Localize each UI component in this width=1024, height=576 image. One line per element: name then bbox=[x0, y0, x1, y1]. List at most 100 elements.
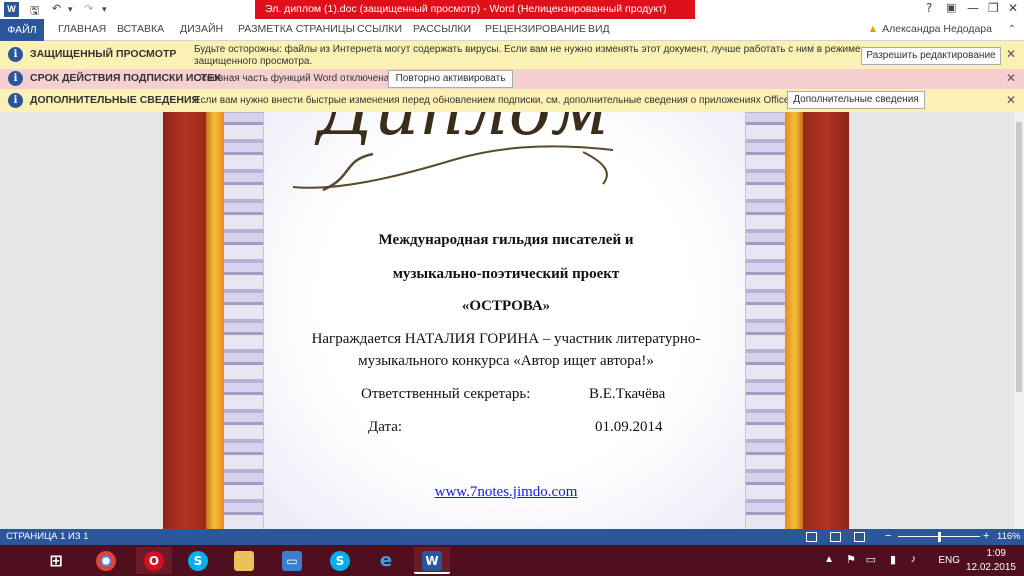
read-mode-icon[interactable] bbox=[806, 532, 817, 542]
zoom-out-icon[interactable]: − bbox=[885, 530, 891, 542]
protected-view-message-2: защищенного просмотра. bbox=[194, 56, 313, 67]
opera-icon: O bbox=[144, 551, 164, 571]
restore-icon[interactable]: ❐ bbox=[988, 1, 999, 15]
protected-view-title: ЗАЩИЩЕННЫЙ ПРОСМОТР bbox=[30, 48, 177, 60]
skype-icon: S bbox=[330, 551, 350, 571]
taskbar: ⊞ O S ▭ S e W ▲ ⚑ ▭ ▮ ♪ ENG 1:09 12.02.2… bbox=[0, 545, 1024, 576]
zoom-in-icon[interactable]: + bbox=[983, 530, 989, 542]
account-name: Александра Недодара bbox=[882, 23, 992, 35]
collapse-ribbon-icon[interactable]: ⌃ bbox=[1008, 24, 1016, 35]
red-border-left bbox=[163, 112, 206, 529]
minimize-icon[interactable]: — bbox=[967, 1, 979, 15]
subscription-expired-bar: i СРОК ДЕЙСТВИЯ ПОДПИСКИ ИСТЕК Основная … bbox=[0, 69, 1024, 89]
secretary-label: Ответственный секретарь: bbox=[361, 386, 531, 402]
volume-icon[interactable]: ♪ bbox=[911, 553, 917, 565]
skype-icon: S bbox=[188, 551, 208, 571]
skype-button-2[interactable]: S bbox=[322, 547, 358, 574]
tab-review[interactable]: РЕЦЕНЗИРОВАНИЕ bbox=[485, 23, 586, 35]
vertical-scrollbar[interactable] bbox=[1014, 112, 1024, 529]
undo-icon[interactable]: ↶ bbox=[52, 2, 61, 15]
award-line-2: музыкального конкурса «Автор ищет автора… bbox=[358, 353, 654, 369]
tab-design[interactable]: ДИЗАЙН bbox=[180, 23, 223, 35]
tab-home[interactable]: ГЛАВНАЯ bbox=[58, 23, 106, 35]
action-center-icon[interactable]: ⚑ bbox=[846, 553, 856, 566]
gold-stripe-left bbox=[206, 112, 224, 529]
title-bar: W 🖫 ↶ ▾ ↷ ▾ Эл. диплом (1).doc (защищенн… bbox=[0, 0, 1024, 19]
info-icon: i bbox=[8, 47, 23, 62]
additional-info-bar: i ДОПОЛНИТЕЛЬНЫЕ СВЕДЕНИЯ Если вам нужно… bbox=[0, 89, 1024, 112]
zoom-level[interactable]: 116% bbox=[997, 531, 1021, 542]
account[interactable]: ▲ Александра Недодара bbox=[868, 23, 992, 35]
remote-desktop-icon: ▭ bbox=[282, 551, 302, 571]
close-icon[interactable]: ✕ bbox=[1008, 1, 1018, 15]
close-bar-icon[interactable]: ✕ bbox=[1006, 47, 1016, 61]
clock-date[interactable]: 12.02.2015 bbox=[966, 562, 1016, 573]
start-button[interactable]: ⊞ bbox=[38, 547, 74, 574]
redo-icon[interactable]: ↷ bbox=[84, 2, 93, 15]
date-value: 01.09.2014 bbox=[595, 419, 663, 435]
word-button[interactable]: W bbox=[414, 547, 450, 574]
file-explorer-button[interactable] bbox=[226, 547, 262, 574]
ornament-left bbox=[224, 112, 264, 529]
additional-info-title: ДОПОЛНИТЕЛЬНЫЕ СВЕДЕНИЯ bbox=[30, 94, 200, 106]
reactivate-button[interactable]: Повторно активировать bbox=[388, 70, 513, 88]
customize-toolbar-icon[interactable]: ▾ bbox=[102, 5, 107, 15]
ornament-right bbox=[745, 112, 785, 529]
undo-dropdown-icon[interactable]: ▾ bbox=[68, 5, 73, 15]
skype-button[interactable]: S bbox=[180, 547, 216, 574]
web-layout-icon[interactable] bbox=[854, 532, 865, 542]
protected-view-message: Будьте осторожны: файлы из Интернета мог… bbox=[194, 44, 861, 55]
internet-explorer-icon: e bbox=[379, 550, 393, 571]
network-icon[interactable]: ▮ bbox=[890, 553, 896, 566]
tab-references[interactable]: ССЫЛКИ bbox=[357, 23, 402, 35]
enable-editing-button[interactable]: Разрешить редактирование bbox=[861, 47, 1001, 65]
print-layout-icon[interactable] bbox=[830, 532, 841, 542]
start-icon: ⊞ bbox=[49, 551, 63, 570]
website-link[interactable]: www.7notes.jimdo.com bbox=[163, 484, 849, 501]
subscription-title: СРОК ДЕЙСТВИЯ ПОДПИСКИ ИСТЕК bbox=[30, 72, 221, 84]
chrome-button[interactable] bbox=[88, 547, 124, 574]
status-bar: СТРАНИЦА 1 ИЗ 1 − + 116% bbox=[0, 529, 1024, 545]
word-icon: W bbox=[422, 551, 442, 571]
project-name: «ОСТРОВА» bbox=[461, 298, 551, 314]
close-bar-icon[interactable]: ✕ bbox=[1006, 93, 1016, 107]
opera-button[interactable]: O bbox=[136, 547, 172, 574]
battery-icon[interactable]: ▭ bbox=[866, 553, 876, 566]
remote-desktop-button[interactable]: ▭ bbox=[274, 547, 310, 574]
clock-time[interactable]: 1:09 bbox=[987, 548, 1006, 559]
red-border-right bbox=[803, 112, 849, 529]
info-icon: i bbox=[8, 71, 23, 86]
help-icon[interactable]: ? bbox=[926, 1, 932, 15]
document-area[interactable]: Диплом Международная гильдия писателей и… bbox=[0, 112, 1024, 529]
scrollbar-thumb[interactable] bbox=[1016, 122, 1022, 392]
ribbon-display-icon[interactable]: ▣ bbox=[946, 1, 956, 14]
award-line-1: Награждается НАТАЛИЯ ГОРИНА – участник л… bbox=[311, 331, 701, 347]
additional-info-message: Если вам нужно внести быстрые изменения … bbox=[194, 95, 841, 106]
document-page[interactable]: Диплом Международная гильдия писателей и… bbox=[163, 112, 849, 529]
date-label: Дата: bbox=[368, 419, 403, 435]
script-heading-text: Диплом bbox=[314, 112, 609, 151]
word-app-icon[interactable]: W bbox=[4, 2, 19, 17]
tab-page-layout[interactable]: РАЗМЕТКА СТРАНИЦЫ bbox=[238, 23, 355, 35]
gold-stripe-right bbox=[785, 112, 803, 529]
ribbon-tabs: ФАЙЛ ГЛАВНАЯ ВСТАВКА ДИЗАЙН РАЗМЕТКА СТР… bbox=[0, 19, 1024, 41]
zoom-slider-thumb[interactable] bbox=[938, 532, 941, 542]
close-bar-icon[interactable]: ✕ bbox=[1006, 71, 1016, 85]
secretary-name: В.Е.Ткачёва bbox=[589, 386, 666, 402]
protected-view-bar: i ЗАЩИЩЕННЫЙ ПРОСМОТР Будьте осторожны: … bbox=[0, 41, 1024, 69]
tab-view[interactable]: ВИД bbox=[588, 23, 610, 35]
chrome-icon bbox=[96, 551, 116, 571]
internet-explorer-button[interactable]: e bbox=[368, 547, 404, 574]
tab-mailings[interactable]: РАССЫЛКИ bbox=[413, 23, 471, 35]
tab-file[interactable]: ФАЙЛ bbox=[0, 19, 44, 41]
tab-insert[interactable]: ВСТАВКА bbox=[117, 23, 164, 35]
language-indicator[interactable]: ENG bbox=[938, 555, 960, 566]
page-indicator[interactable]: СТРАНИЦА 1 ИЗ 1 bbox=[6, 531, 89, 542]
diploma-script-heading: Диплом bbox=[292, 112, 614, 192]
file-explorer-icon bbox=[234, 551, 254, 571]
project-line: музыкально-поэтический проект bbox=[392, 266, 620, 282]
more-info-button[interactable]: Дополнительные сведения bbox=[787, 91, 925, 109]
guild-line: Международная гильдия писателей и bbox=[378, 232, 634, 248]
window-title: Эл. диплом (1).doc (защищенный просмотр)… bbox=[265, 3, 667, 15]
tray-expand-icon[interactable]: ▲ bbox=[824, 554, 834, 565]
